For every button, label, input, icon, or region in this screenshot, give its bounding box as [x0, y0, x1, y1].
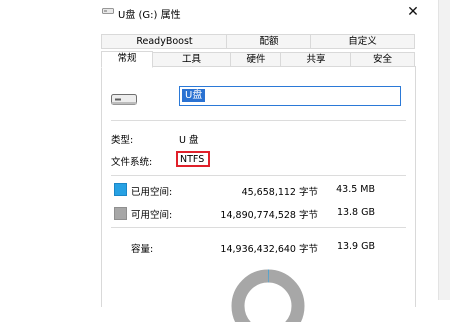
volume-name-value: U盘: [182, 89, 205, 102]
free-space-bytes: 14,890,774,528 字节: [200, 207, 318, 221]
capacity-size: 13.9 GB: [325, 241, 375, 252]
usage-ring-free: [238, 276, 298, 322]
usb-drive-icon: [111, 93, 137, 106]
tab-quota[interactable]: 配额: [226, 34, 312, 49]
usage-ring-chart: [228, 262, 308, 322]
used-space-swatch: [114, 183, 127, 196]
filesystem-value: NTFS: [180, 154, 204, 165]
usb-drive-icon: [102, 7, 114, 15]
filesystem-label: 文件系统:: [111, 154, 152, 168]
tab-tools[interactable]: 工具: [151, 52, 232, 67]
separator: [111, 120, 406, 121]
separator: [111, 175, 406, 176]
capacity-label: 容量:: [131, 241, 153, 255]
type-label: 类型:: [111, 132, 133, 146]
tab-hardware[interactable]: 硬件: [230, 52, 282, 67]
tab-general[interactable]: 常规: [101, 51, 153, 68]
free-space-label: 可用空间:: [131, 207, 172, 221]
used-space-size: 43.5 MB: [325, 184, 375, 195]
free-space-swatch: [114, 207, 127, 220]
separator: [111, 227, 406, 228]
capacity-bytes: 14,936,432,640 字节: [200, 241, 318, 255]
free-space-size: 13.8 GB: [325, 207, 375, 218]
used-space-label: 已用空间:: [131, 184, 172, 198]
tab-customize[interactable]: 自定义: [310, 34, 415, 49]
window-edge: [438, 0, 450, 300]
used-space-bytes: 45,658,112 字节: [220, 184, 318, 198]
volume-name-input[interactable]: [179, 86, 401, 106]
tab-sharing[interactable]: 共享: [280, 52, 352, 67]
close-icon[interactable]: ✕: [403, 2, 423, 22]
tab-security[interactable]: 安全: [350, 52, 415, 67]
title-bar: [0, 0, 450, 26]
type-value: U 盘: [179, 132, 198, 146]
tab-readyboost[interactable]: ReadyBoost: [101, 34, 228, 49]
window-title: U盘 (G:) 属性: [118, 6, 181, 21]
